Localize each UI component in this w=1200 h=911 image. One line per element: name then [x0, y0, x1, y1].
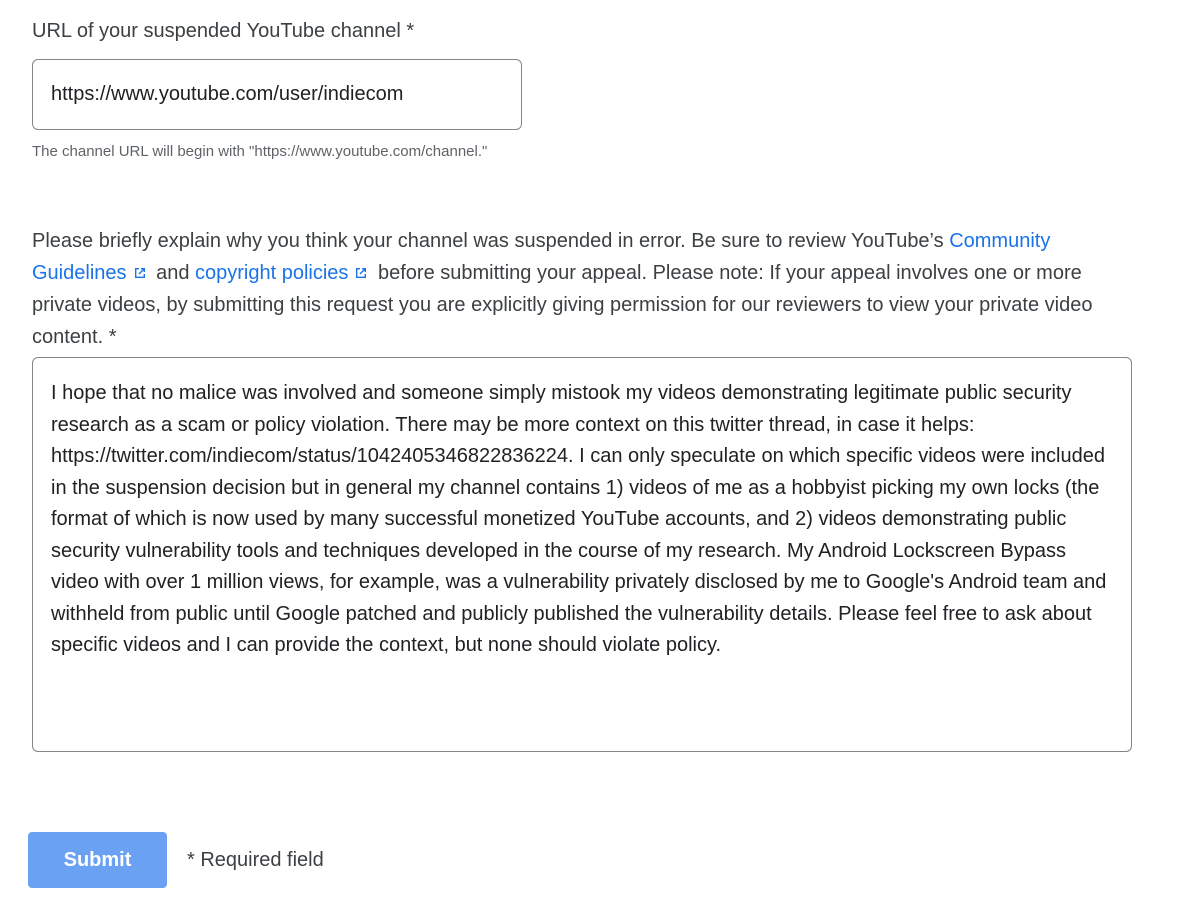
explanation-label: Please briefly explain why you think you…: [32, 225, 1132, 353]
explanation-label-and: and: [150, 262, 195, 284]
explanation-textarea[interactable]: I hope that no malice was involved and s…: [32, 357, 1132, 752]
copyright-policies-link-text: copyright policies: [195, 262, 349, 284]
appeal-form: URL of your suspended YouTube channel * …: [0, 0, 1200, 911]
channel-url-label: URL of your suspended YouTube channel *: [32, 20, 415, 42]
channel-url-input[interactable]: [32, 59, 522, 130]
external-link-icon: [134, 268, 145, 278]
external-link-icon: [356, 268, 367, 278]
copyright-policies-link[interactable]: copyright policies: [195, 262, 372, 284]
submit-button[interactable]: Submit: [28, 832, 167, 888]
explanation-label-intro: Please briefly explain why you think you…: [32, 230, 950, 252]
required-field-note: * Required field: [187, 849, 324, 871]
channel-url-hint: The channel URL will begin with "https:/…: [32, 143, 488, 160]
